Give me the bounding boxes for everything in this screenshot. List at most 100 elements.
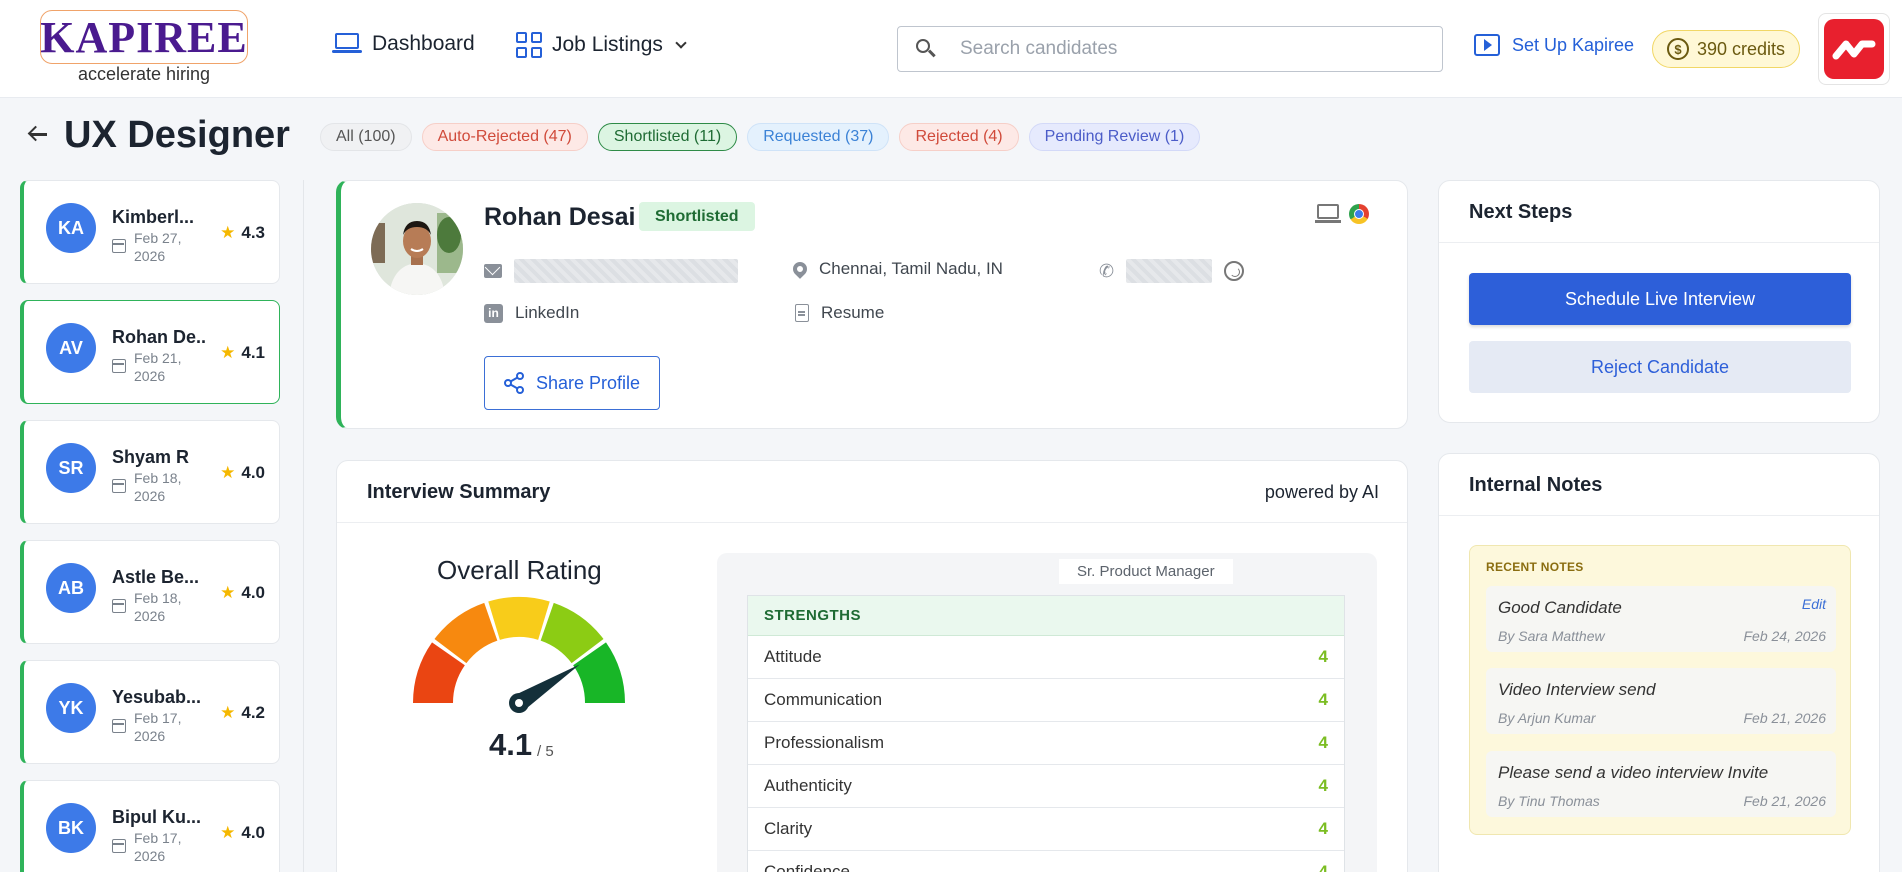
linkedin-link[interactable]: in LinkedIn: [484, 303, 579, 323]
candidate-date: Feb 17, 2026: [134, 830, 182, 864]
candidate-rating: ★ 4.0: [220, 823, 265, 843]
kapiree-logo[interactable]: KAPIREE: [40, 10, 248, 64]
note-date: Feb 21, 2026: [1743, 793, 1826, 809]
candidate-avatar: YK: [46, 683, 96, 733]
candidate-card[interactable]: KA Kimberl... Feb 27, 2026 ★ 4.3: [20, 180, 280, 284]
note-text: Good Candidate: [1498, 598, 1622, 617]
calendar-icon: [112, 839, 126, 853]
credits-badge[interactable]: $ 390 credits: [1652, 30, 1801, 68]
strength-score: 4: [1318, 690, 1328, 709]
candidate-card[interactable]: YK Yesubab... Feb 17, 2026 ★ 4.2: [20, 660, 280, 764]
note-author: By Arjun Kumar: [1498, 710, 1596, 726]
star-icon: ★: [220, 463, 236, 482]
share-icon: [503, 372, 524, 394]
setup-kapiree-label: Set Up Kapiree: [1512, 34, 1635, 55]
filter-shortlisted[interactable]: Shortlisted (11): [597, 123, 738, 151]
nav-dashboard-label: Dashboard: [372, 32, 475, 55]
coin-icon: $: [1667, 38, 1689, 60]
note-edit-link[interactable]: Edit: [1802, 596, 1826, 612]
calendar-icon: [112, 719, 126, 733]
candidate-rating: ★ 4.0: [220, 463, 265, 483]
candidate-list: KA Kimberl... Feb 27, 2026 ★ 4.3 AV Rohan…: [20, 180, 280, 872]
candidate-date: Feb 21, 2026: [134, 350, 182, 384]
logo-tagline: accelerate hiring: [77, 64, 211, 84]
candidate-avatar: AV: [46, 323, 96, 373]
interview-summary-title: Interview Summary: [367, 481, 551, 503]
filter-pending-review[interactable]: Pending Review (1): [1028, 123, 1201, 151]
search-input[interactable]: [960, 38, 1400, 60]
role-tab[interactable]: Sr. Product Manager: [1059, 559, 1233, 584]
recent-notes-label: RECENT NOTES: [1486, 560, 1584, 574]
note-text: Video Interview send: [1498, 680, 1656, 699]
note-item: Good Candidate Edit By Sara Matthew Feb …: [1486, 586, 1836, 652]
linkedin-label: LinkedIn: [515, 303, 580, 322]
star-icon: ★: [220, 343, 236, 362]
strength-name: Professionalism: [764, 733, 884, 752]
note-item: Please send a video interview Invite By …: [1486, 751, 1836, 817]
filter-auto-rejected[interactable]: Auto-Rejected (47): [421, 123, 588, 151]
candidate-name: Rohan De..: [112, 327, 207, 347]
candidate-rating-value: 4.0: [241, 463, 265, 482]
strength-row: Professionalism 4: [748, 722, 1344, 765]
location-info: Chennai, Tamil Nadu, IN: [790, 259, 1003, 279]
nav-job-listings[interactable]: Job Listings: [516, 32, 687, 58]
share-profile-button[interactable]: Share Profile: [484, 356, 660, 410]
phone-redacted: [1126, 259, 1213, 283]
candidate-name: Yesubab...: [112, 687, 202, 707]
strength-score: 4: [1318, 862, 1328, 872]
phone-icon: ✆: [1099, 260, 1115, 281]
strength-name: Clarity: [764, 819, 813, 838]
filter-requested[interactable]: Requested (37): [747, 123, 890, 151]
nav-dashboard[interactable]: Dashboard: [332, 32, 475, 56]
whatsapp-icon[interactable]: [1224, 261, 1245, 281]
note-text: Please send a video interview Invite: [1498, 763, 1769, 782]
strength-row: Communication 4: [748, 679, 1344, 722]
candidate-avatar: SR: [46, 443, 96, 493]
back-arrow-icon[interactable]: [26, 122, 50, 146]
interview-summary-header: Interview Summary powered by AI: [337, 461, 1407, 523]
chrome-icon: [1349, 204, 1369, 224]
phone-info: ✆: [1099, 259, 1245, 283]
resume-link[interactable]: Resume: [795, 303, 884, 323]
strength-score: 4: [1318, 647, 1328, 666]
candidate-card[interactable]: SR Shyam R Feb 18, 2026 ★ 4.0: [20, 420, 280, 524]
linkedin-icon: in: [484, 303, 503, 323]
search-bar: [897, 26, 1443, 72]
filter-rejected[interactable]: Rejected (4): [899, 123, 1019, 151]
status-filter-tabs: All (100) Auto-Rejected (47) Shortlisted…: [320, 123, 1201, 151]
candidate-profile-card: Rohan Desai Shortlisted Chennai, Tamil N…: [336, 180, 1408, 429]
strength-name: Confidence: [764, 862, 851, 872]
candidate-rating-value: 4.0: [241, 583, 265, 602]
sidebar-divider: [303, 180, 304, 872]
candidate-date: Feb 18, 2026: [134, 470, 182, 504]
document-icon: [795, 304, 809, 322]
reject-candidate-button[interactable]: Reject Candidate: [1469, 341, 1851, 393]
location-text: Chennai, Tamil Nadu, IN: [819, 259, 1003, 278]
user-avatar[interactable]: [1818, 13, 1890, 85]
star-icon: ★: [220, 823, 236, 842]
strength-row: Authenticity 4: [748, 765, 1344, 808]
top-header: KAPIREE accelerate hiring Dashboard Job …: [0, 0, 1902, 98]
candidate-card-selected[interactable]: AV Rohan De.. Feb 21, 2026 ★ 4.1: [20, 300, 280, 404]
strengths-panel: Sr. Product Manager STRENGTHS Attitude 4 …: [717, 553, 1377, 872]
candidate-card[interactable]: BK Bipul Ku... Feb 17, 2026 ★ 4.0: [20, 780, 280, 872]
note-date: Feb 21, 2026: [1743, 710, 1826, 726]
filter-all[interactable]: All (100): [320, 123, 412, 151]
strength-score: 4: [1318, 819, 1328, 838]
status-badge: Shortlisted: [639, 202, 755, 231]
share-profile-label: Share Profile: [535, 372, 641, 393]
schedule-live-interview-button[interactable]: Schedule Live Interview: [1469, 273, 1851, 325]
note-author: By Tinu Thomas: [1498, 793, 1600, 809]
rating-gauge: [413, 597, 625, 713]
setup-kapiree-link[interactable]: Set Up Kapiree: [1474, 34, 1634, 56]
overall-rating-title: Overall Rating: [437, 555, 602, 585]
powered-by-ai: powered by AI: [1264, 482, 1379, 502]
internal-notes-header: Internal Notes: [1439, 454, 1879, 516]
calendar-icon: [112, 599, 126, 613]
candidate-avatar: KA: [46, 203, 96, 253]
strength-score: 4: [1318, 776, 1328, 795]
next-steps-title: Next Steps: [1469, 201, 1573, 223]
calendar-icon: [112, 479, 126, 493]
candidate-rating: ★ 4.3: [220, 223, 265, 243]
candidate-card[interactable]: AB Astle Be... Feb 18, 2026 ★ 4.0: [20, 540, 280, 644]
